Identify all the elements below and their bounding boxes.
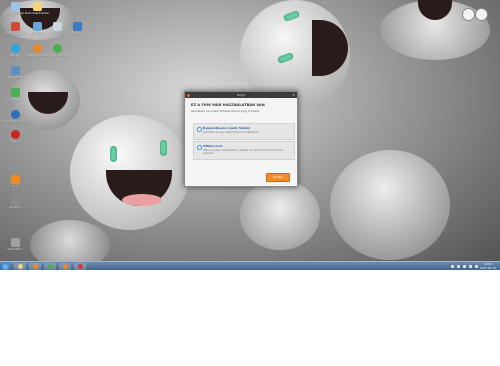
trash-icon: [52, 22, 62, 31]
taskbar-app[interactable]: [74, 263, 86, 270]
opera-icon: [10, 130, 20, 139]
desktop-gadget[interactable]: [460, 6, 490, 22]
option-offline-mode[interactable]: Offline mód Offline módban folytathatod …: [193, 141, 295, 160]
network-icon: [32, 22, 42, 31]
desktop-icon[interactable]: Winamp: [2, 196, 28, 220]
taskbar-firefox[interactable]: [59, 263, 71, 270]
wallpaper-creature-right: [330, 150, 450, 260]
tray-icon[interactable]: [463, 265, 466, 268]
account-in-use-dialog: Origo × EZ A FIÓK MÁR HASZNÁLATBAN VAN J…: [184, 91, 298, 187]
vlc-icon: [10, 175, 20, 184]
desktop-icon[interactable]: Google Chrome: [44, 44, 70, 68]
desktop-icon[interactable]: Letöltések: [2, 88, 28, 112]
computer-icon: [10, 2, 20, 11]
taskbar-chrome[interactable]: [44, 263, 56, 270]
skype-icon: [10, 44, 20, 53]
desktop: Számítógép Dokumentumok Adobe Reader Hál…: [0, 0, 500, 270]
calculator-icon: [10, 238, 20, 247]
taskbar: 12:34 2013.01.10: [0, 261, 500, 270]
option-other-account[interactable]: Bejelentkezés másik fiókkal Jelentkezz b…: [193, 123, 295, 140]
dialog-title: Origo: [236, 92, 246, 97]
option-title: Bejelentkezés másik fiókkal: [203, 126, 250, 130]
dialog-subtitle: Jelentkezz be másik felhasználóval vagy …: [191, 109, 261, 113]
wallpaper-tongue: [122, 194, 162, 206]
radio-icon[interactable]: [196, 145, 202, 150]
desktop-icon[interactable]: Opera: [2, 130, 28, 154]
option-title: Offline mód: [203, 144, 223, 148]
ok-button[interactable]: Tovább: [266, 173, 290, 182]
wallpaper-creature-center: [240, 180, 320, 250]
dialog-titlebar[interactable]: Origo ×: [185, 92, 297, 98]
taskbar-media[interactable]: [29, 263, 41, 270]
firefox-icon: [32, 44, 42, 53]
taskbar-explorer[interactable]: [14, 263, 26, 270]
chrome-icon: [47, 264, 53, 269]
desktop-icon[interactable]: Kalkulátor: [2, 238, 28, 262]
wallpaper-eye: [110, 146, 117, 162]
clock-gadget-icon: [462, 8, 475, 21]
firefox-icon: [62, 264, 68, 269]
mail-icon: [72, 22, 82, 31]
control-panel-icon: [10, 66, 20, 75]
desktop-icon[interactable]: Vezérlőpult: [2, 66, 28, 90]
tray-icon[interactable]: [451, 265, 454, 268]
dialog-heading: EZ A FIÓK MÁR HASZNÁLATBAN VAN: [191, 103, 265, 107]
start-button[interactable]: [1, 262, 10, 270]
media-player-icon: [32, 264, 38, 269]
taskbar-clock[interactable]: 12:34 2013.01.10: [479, 262, 497, 270]
radio-icon[interactable]: [196, 127, 202, 132]
clock-gadget-icon: [475, 8, 488, 21]
winamp-icon: [10, 196, 20, 205]
option-description: Offline módban folytathatod a játékot, d…: [203, 148, 284, 155]
chrome-icon: [52, 44, 62, 53]
option-description: Jelentkezz be egy másik fiókkal a folyta…: [203, 130, 259, 134]
tray-icon[interactable]: [469, 265, 472, 268]
close-icon[interactable]: ×: [292, 93, 295, 97]
tray-icon[interactable]: [457, 265, 460, 268]
folder-icon: [32, 2, 42, 11]
desktop-icon[interactable]: Outlook: [64, 22, 90, 46]
folder-icon: [17, 264, 23, 269]
clock-date: 2013.01.10: [479, 266, 496, 270]
system-tray: [451, 262, 478, 270]
wallpaper-eye: [160, 140, 167, 156]
pdf-icon: [10, 22, 20, 31]
ie-icon: [10, 110, 20, 119]
tray-icon[interactable]: [475, 265, 478, 268]
download-icon: [10, 88, 20, 97]
app-icon: [77, 264, 83, 269]
